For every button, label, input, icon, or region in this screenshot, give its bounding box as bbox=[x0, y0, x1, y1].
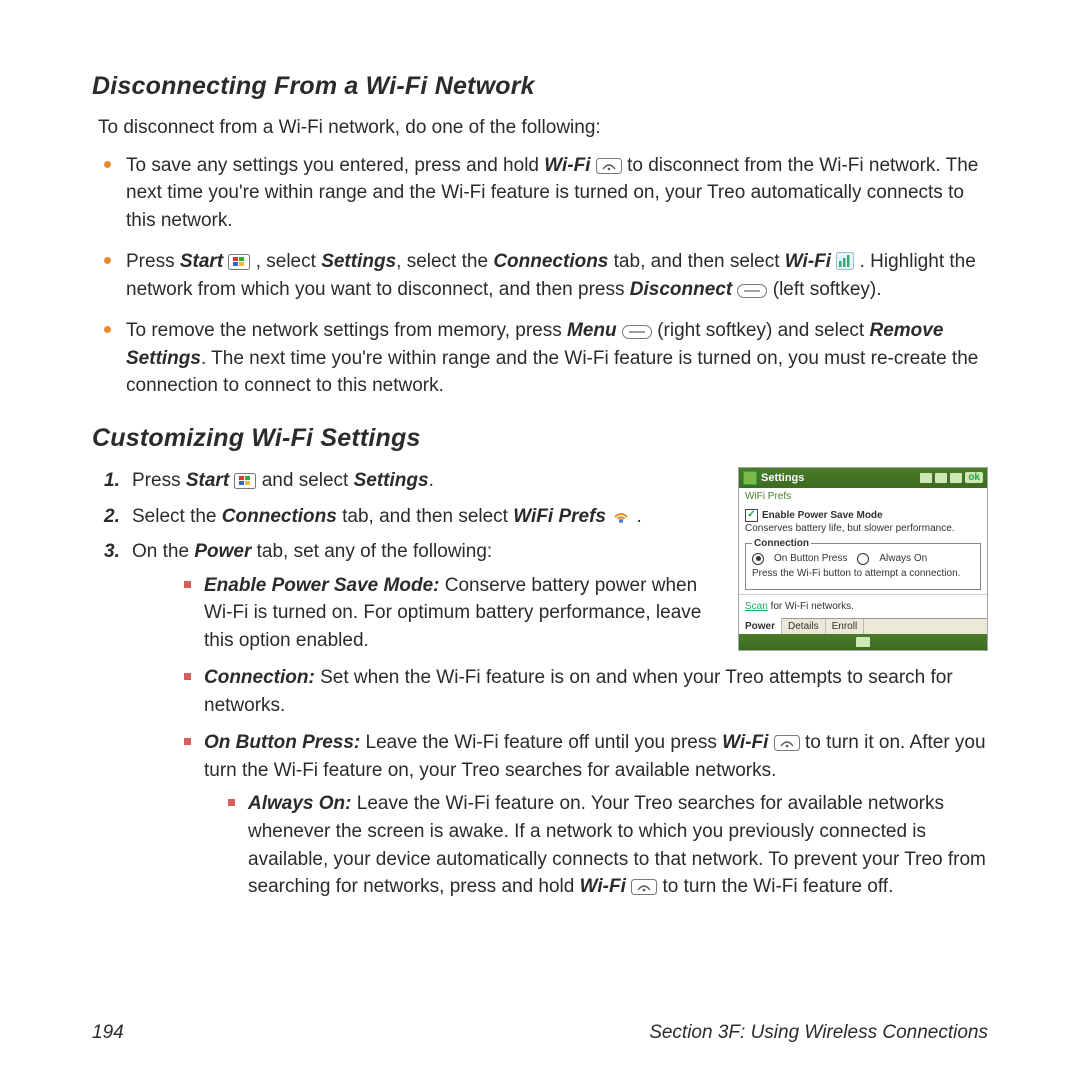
text: To remove the network settings from memo… bbox=[126, 320, 567, 341]
list-item: Always On: Leave the Wi-Fi feature on. Y… bbox=[226, 790, 988, 900]
text: tab, and then select bbox=[337, 506, 513, 527]
wifi-prefs-label: WiFi Prefs bbox=[513, 506, 606, 527]
text: Select the bbox=[132, 506, 222, 527]
settings-label: Settings bbox=[354, 470, 429, 491]
heading-disconnecting: Disconnecting From a Wi-Fi Network bbox=[92, 72, 988, 101]
text: (right softkey) and select bbox=[652, 320, 870, 341]
on-button-press-list: On Button Press: Leave the Wi-Fi feature… bbox=[182, 729, 988, 900]
page-footer: 194 Section 3F: Using Wireless Connectio… bbox=[92, 1022, 988, 1044]
list-item: To remove the network settings from memo… bbox=[98, 317, 988, 400]
always-on-sublist: Always On: Leave the Wi-Fi feature on. Y… bbox=[226, 790, 988, 900]
list-item: Press Start , select Settings, select th… bbox=[98, 248, 988, 303]
connections-label: Connections bbox=[493, 251, 608, 272]
softkey-icon bbox=[737, 284, 767, 298]
text: to turn the Wi-Fi feature off. bbox=[657, 876, 893, 897]
list-item: Press Start and select Settings. bbox=[98, 467, 988, 495]
wifi-prefs-icon bbox=[611, 507, 631, 525]
heading-customizing: Customizing Wi-Fi Settings bbox=[92, 424, 988, 453]
wifi-key-icon bbox=[596, 158, 622, 174]
option-title: On Button Press: bbox=[204, 732, 360, 753]
list-item: Select the Connections tab, and then sel… bbox=[98, 503, 988, 531]
settings-label: Settings bbox=[321, 251, 396, 272]
text: and select bbox=[256, 470, 353, 491]
text: To save any settings you entered, press … bbox=[126, 155, 544, 176]
text: . The next time you're within range and … bbox=[126, 348, 978, 397]
text: On the bbox=[132, 541, 194, 562]
list-item: Enable Power Save Mode: Conserve battery… bbox=[182, 572, 988, 655]
wifi-label: Wi-Fi bbox=[722, 732, 768, 753]
menu-label: Menu bbox=[567, 320, 617, 341]
wifi-label: Wi-Fi bbox=[544, 155, 590, 176]
windows-start-icon bbox=[234, 473, 256, 489]
option-title: Always On: bbox=[248, 793, 351, 814]
wifi-label: Wi-Fi bbox=[580, 876, 626, 897]
text: (left softkey). bbox=[767, 279, 881, 300]
intro-text: To disconnect from a Wi-Fi network, do o… bbox=[98, 115, 988, 142]
section-label: Section 3F: Using Wireless Connections bbox=[649, 1022, 988, 1044]
page-number: 194 bbox=[92, 1022, 124, 1044]
option-title: Connection: bbox=[204, 667, 315, 688]
windows-start-icon bbox=[228, 254, 250, 270]
disconnect-bullet-list: To save any settings you entered, press … bbox=[98, 152, 988, 400]
text: Set when the Wi-Fi feature is on and whe… bbox=[204, 667, 953, 716]
option-title: Enable Power Save Mode: bbox=[204, 575, 439, 596]
wifi-settings-icon bbox=[836, 252, 854, 270]
text: . bbox=[631, 506, 642, 527]
wifi-key-icon bbox=[774, 735, 800, 751]
wifi-key-icon bbox=[631, 879, 657, 895]
power-tab-label: Power bbox=[194, 541, 251, 562]
list-item: On the Power tab, set any of the followi… bbox=[98, 538, 988, 901]
text: , select bbox=[250, 251, 321, 272]
start-label: Start bbox=[186, 470, 229, 491]
text: Press bbox=[126, 251, 180, 272]
text: tab, set any of the following: bbox=[251, 541, 492, 562]
start-label: Start bbox=[180, 251, 223, 272]
text: tab, and then select bbox=[608, 251, 784, 272]
text: Press bbox=[132, 470, 186, 491]
softkey-icon bbox=[622, 325, 652, 339]
text: Leave the Wi-Fi feature off until you pr… bbox=[360, 732, 722, 753]
text: , select the bbox=[396, 251, 493, 272]
list-item: Connection: Set when the Wi-Fi feature i… bbox=[182, 664, 988, 719]
list-item: To save any settings you entered, press … bbox=[98, 152, 988, 235]
list-item: On Button Press: Leave the Wi-Fi feature… bbox=[182, 729, 988, 900]
connections-label: Connections bbox=[222, 506, 337, 527]
wifi-label: Wi-Fi bbox=[785, 251, 831, 272]
disconnect-label: Disconnect bbox=[630, 279, 732, 300]
text: . bbox=[429, 470, 434, 491]
power-options-list: Enable Power Save Mode: Conserve battery… bbox=[182, 572, 988, 720]
